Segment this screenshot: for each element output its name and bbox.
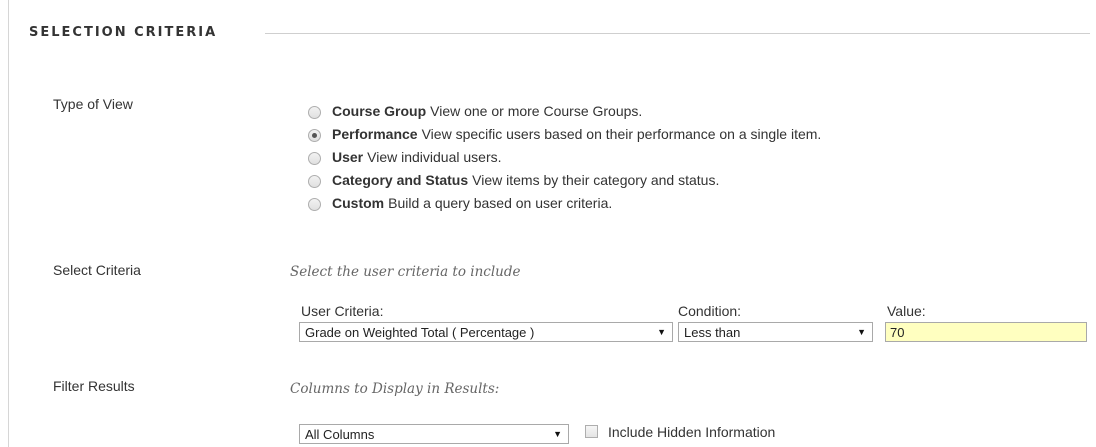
value-input-text: 70	[890, 324, 905, 340]
type-of-view-label: Type of View	[53, 96, 133, 112]
radio-user-name: User	[332, 148, 364, 165]
chevron-down-icon: ▼	[857, 327, 866, 337]
section-divider	[265, 33, 1090, 34]
include-hidden-label[interactable]: Include Hidden Information	[608, 424, 775, 440]
selection-criteria-section: SELECTION CRITERIA Type of View Course G…	[8, 0, 1096, 447]
columns-to-display-select[interactable]: All Columns ▼	[299, 424, 569, 444]
columns-selected-value: All Columns	[305, 426, 375, 442]
condition-label: Condition:	[678, 303, 742, 319]
radio-option-custom[interactable]: Custom Build a query based on user crite…	[308, 191, 821, 214]
radio-course-group-desc: View one or more Course Groups.	[430, 102, 643, 119]
radio-performance[interactable]	[308, 129, 321, 142]
user-criteria-select[interactable]: Grade on Weighted Total ( Percentage ) ▼	[299, 322, 673, 342]
radio-category-and-status-name: Category and Status	[332, 171, 469, 188]
type-of-view-radio-group: Course Group View one or more Course Gro…	[308, 99, 821, 214]
chevron-down-icon: ▼	[553, 429, 562, 439]
chevron-down-icon: ▼	[657, 327, 666, 337]
select-criteria-hint: Select the user criteria to include	[290, 264, 521, 280]
radio-user[interactable]	[308, 152, 321, 165]
filter-results-label: Filter Results	[53, 378, 135, 394]
radio-course-group-name: Course Group	[332, 102, 427, 119]
value-input[interactable]: 70	[885, 322, 1087, 342]
radio-option-performance[interactable]: Performance View specific users based on…	[308, 122, 821, 145]
radio-option-category-and-status[interactable]: Category and Status View items by their …	[308, 168, 821, 191]
radio-category-and-status[interactable]	[308, 175, 321, 188]
radio-custom-desc: Build a query based on user criteria.	[388, 194, 613, 211]
condition-selected-value: Less than	[684, 324, 741, 340]
radio-performance-name: Performance	[332, 125, 418, 142]
radio-performance-desc: View specific users based on their perfo…	[421, 125, 822, 142]
radio-user-desc: View individual users.	[367, 148, 502, 165]
condition-select[interactable]: Less than ▼	[678, 322, 873, 342]
user-criteria-label: User Criteria:	[301, 303, 384, 319]
radio-custom[interactable]	[308, 198, 321, 211]
section-title: SELECTION CRITERIA	[29, 25, 218, 40]
value-label: Value:	[887, 303, 926, 319]
radio-category-and-status-desc: View items by their category and status.	[472, 171, 720, 188]
user-criteria-selected-value: Grade on Weighted Total ( Percentage )	[305, 324, 535, 340]
radio-option-user[interactable]: User View individual users.	[308, 145, 821, 168]
include-hidden-checkbox[interactable]	[585, 425, 598, 438]
radio-option-course-group[interactable]: Course Group View one or more Course Gro…	[308, 99, 821, 122]
radio-course-group[interactable]	[308, 106, 321, 119]
radio-custom-name: Custom	[332, 194, 385, 211]
filter-results-hint: Columns to Display in Results:	[290, 381, 500, 397]
select-criteria-label: Select Criteria	[53, 262, 141, 278]
